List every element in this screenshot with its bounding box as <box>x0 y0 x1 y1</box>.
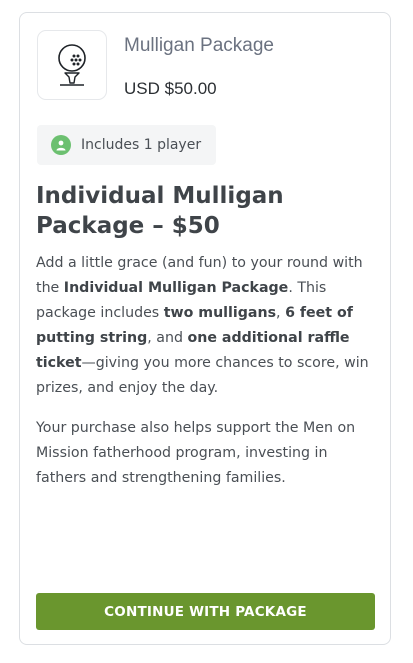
package-description: Add a little grace (and fun) to your rou… <box>36 251 378 401</box>
package-thumbnail <box>37 30 107 100</box>
package-name: Mulligan Package <box>124 35 274 56</box>
players-included-label: Includes 1 player <box>81 137 202 153</box>
package-price: USD $50.00 <box>124 79 217 98</box>
description-text: , and <box>147 330 188 346</box>
description-highlight: two mulligans <box>163 305 277 321</box>
package-support-note: Your purchase also helps support the Men… <box>36 420 356 486</box>
user-icon <box>51 135 71 155</box>
golf-ball-on-tee-icon <box>58 44 86 86</box>
description-highlight: Individual Mulligan Package <box>63 280 289 296</box>
players-included-badge: Includes 1 player <box>37 125 216 165</box>
description-text: , <box>276 305 286 321</box>
description-text: —giving you more chances to score, win p… <box>36 355 369 396</box>
package-card: Mulligan Package USD $50.00 Includes 1 p… <box>19 12 391 645</box>
package-title: Individual Mulligan Package – $50 <box>36 183 284 239</box>
continue-with-package-button[interactable]: CONTINUE WITH PACKAGE <box>36 593 375 630</box>
